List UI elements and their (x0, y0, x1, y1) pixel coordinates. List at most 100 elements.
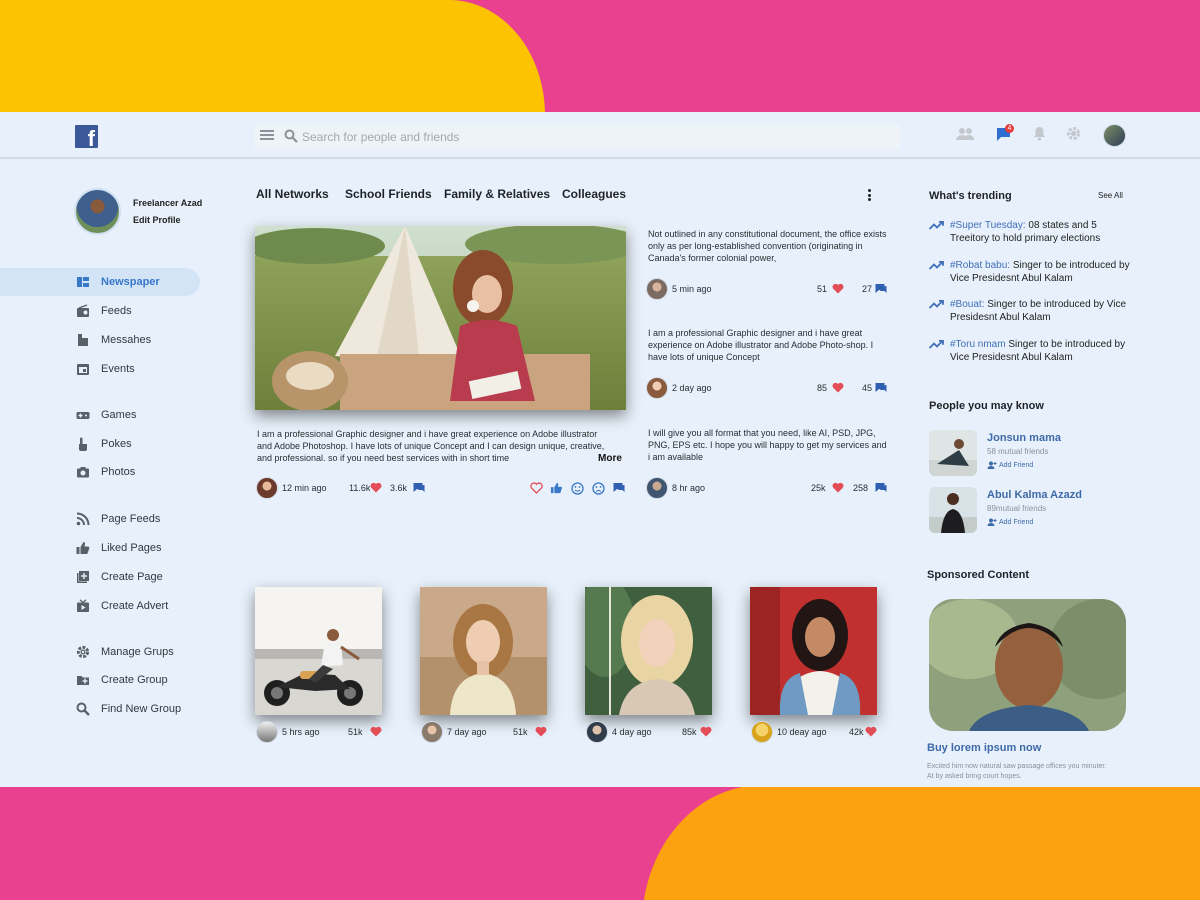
author-avatar[interactable] (586, 721, 608, 743)
sidebar-item-messages[interactable]: Messahes (0, 326, 200, 354)
heart-icon[interactable] (832, 382, 844, 393)
person-photo[interactable] (929, 430, 977, 476)
app-window: f 4 Freelancer Azad Edit Profile Newspap… (0, 112, 1200, 787)
menu-icon[interactable] (260, 130, 274, 143)
tab-colleagues[interactable]: Colleagues (562, 187, 626, 201)
see-all-link[interactable]: See All (1098, 191, 1123, 200)
post-time: 8 hr ago (672, 483, 706, 493)
person-photo[interactable] (929, 487, 977, 533)
sidebar-item-manage-groups[interactable]: Manage Grups (0, 638, 200, 666)
author-avatar[interactable] (256, 477, 278, 499)
profile-name: Freelancer Azad (133, 198, 203, 208)
sponsored-headline[interactable]: Buy lorem ipsum now (927, 742, 1041, 754)
search-icon (284, 129, 298, 143)
add-friend-button[interactable]: Add Friend (987, 461, 1033, 469)
like-count: 85k (682, 727, 697, 737)
smile-icon[interactable] (571, 482, 584, 495)
photo-post-image[interactable] (420, 587, 547, 715)
profile-avatar[interactable] (74, 188, 121, 235)
edit-profile-link[interactable]: Edit Profile (133, 215, 181, 225)
sidebar-item-photos[interactable]: Photos (0, 458, 200, 486)
sidebar-item-feeds[interactable]: Feeds (0, 297, 200, 325)
person-name[interactable]: Jonsun mama (987, 432, 1061, 444)
heart-outline-icon[interactable] (530, 482, 543, 494)
author-avatar[interactable] (421, 721, 443, 743)
sidebar-item-pokes[interactable]: Pokes (0, 430, 200, 458)
comment-count: 27 (862, 284, 873, 294)
thumbs-up-icon[interactable] (550, 482, 563, 494)
sidebar-item-newspaper[interactable]: Newspaper (0, 268, 200, 296)
user-avatar[interactable] (1103, 124, 1126, 147)
sidebar-item-create-page[interactable]: Create Page (0, 563, 200, 591)
like-count: 42k (849, 727, 864, 737)
post-time: 5 hrs ago (282, 727, 320, 737)
sad-icon[interactable] (592, 482, 605, 495)
trending-tag[interactable]: #Super Tuesday: (950, 220, 1026, 231)
more-options-icon[interactable] (868, 189, 872, 201)
photo-post-meta: 10 deay ago 42k (751, 721, 879, 743)
friends-icon[interactable] (955, 126, 975, 142)
decorative-background-shape (642, 785, 1200, 900)
sidebar-item-label: Find New Group (101, 703, 182, 715)
post-time: 2 day ago (672, 383, 712, 393)
trending-tag[interactable]: #Bouat: (950, 299, 984, 310)
blonde-woman-photo (585, 587, 712, 715)
author-avatar[interactable] (256, 721, 278, 743)
bell-icon[interactable] (1033, 126, 1046, 141)
sidebar-item-page-feeds[interactable]: Page Feeds (0, 505, 200, 533)
search-input[interactable] (302, 127, 882, 147)
top-bar: f 4 (0, 112, 1200, 159)
sidebar-item-label: Games (101, 409, 137, 421)
person-name[interactable]: Abul Kalma Azazd (987, 489, 1082, 501)
facebook-logo-icon[interactable]: f (75, 125, 98, 148)
sidebar-item-label: Messahes (101, 334, 152, 346)
tab-school-friends[interactable]: School Friends (345, 187, 432, 201)
heart-icon[interactable] (700, 726, 712, 737)
mutual-friends: 89mutual friends (987, 504, 1047, 513)
sidebar-item-liked-pages[interactable]: Liked Pages (0, 534, 200, 562)
sponsored-description: Excited him now natural saw passage offi… (927, 763, 1107, 780)
comment-icon[interactable] (875, 283, 887, 294)
heart-icon[interactable] (535, 726, 547, 737)
heart-icon[interactable] (832, 283, 844, 294)
main-post-image[interactable] (255, 226, 626, 410)
gear-icon (76, 645, 90, 659)
tab-all-networks[interactable]: All Networks (256, 187, 329, 201)
post-time: 12 min ago (282, 483, 327, 493)
comment-icon[interactable] (875, 382, 887, 393)
photo-post-image[interactable] (255, 587, 382, 715)
heart-icon[interactable] (370, 482, 382, 493)
author-avatar[interactable] (646, 377, 668, 399)
author-avatar[interactable] (751, 721, 773, 743)
add-friend-button[interactable]: Add Friend (987, 518, 1033, 526)
comment-icon[interactable] (613, 482, 625, 493)
post-time: 4 day ago (612, 727, 652, 737)
comment-icon[interactable] (875, 482, 887, 493)
sidebar-item-find-new-group[interactable]: Find New Group (0, 695, 200, 723)
sidebar-item-label: Feeds (101, 305, 132, 317)
gear-icon[interactable] (1066, 126, 1081, 141)
sponsored-image[interactable] (929, 599, 1126, 731)
photo-post-image[interactable] (585, 587, 712, 715)
sidebar-item-create-group[interactable]: Create Group (0, 666, 200, 694)
author-avatar[interactable] (646, 477, 668, 499)
author-avatar[interactable] (646, 278, 668, 300)
heart-icon[interactable] (832, 482, 844, 493)
tab-family-relatives[interactable]: Family & Relatives (444, 187, 550, 201)
trending-tag[interactable]: #Toru nmam (950, 339, 1006, 350)
photo-post-image[interactable] (750, 587, 877, 715)
heart-icon[interactable] (370, 726, 382, 737)
person-suggestion: Jonsun mama 58 mutual friends Add Friend (929, 430, 1129, 478)
more-link[interactable]: More (598, 453, 622, 464)
trending-tag[interactable]: #Robat babu: (950, 260, 1010, 271)
comment-icon[interactable] (413, 482, 425, 493)
sidebar-item-games[interactable]: Games (0, 401, 200, 429)
sidebar-item-create-advert[interactable]: Create Advert (0, 592, 200, 620)
sidebar-item-events[interactable]: Events (0, 355, 200, 383)
side-post-text: I am a professional Graphic designer and… (648, 328, 874, 362)
side-post-meta: 8 hr ago 25k 258 (646, 477, 888, 499)
trending-up-icon (929, 340, 944, 349)
heart-icon[interactable] (865, 726, 877, 737)
people-title: People you may know (929, 400, 1044, 412)
trending-title: What's trending (929, 190, 1012, 202)
